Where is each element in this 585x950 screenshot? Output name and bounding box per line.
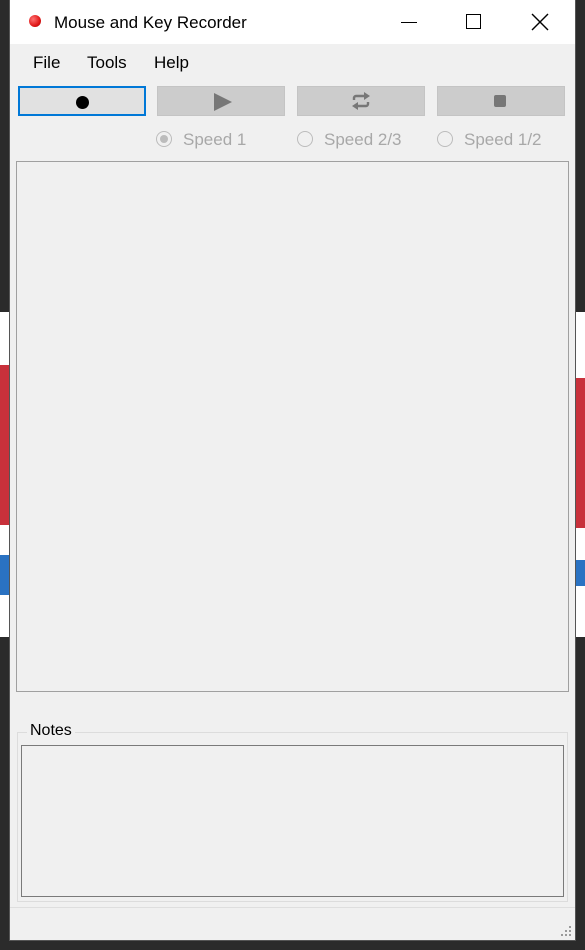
play-button[interactable] bbox=[157, 86, 285, 116]
maximize-button[interactable] bbox=[449, 0, 495, 44]
menu-bar: File Tools Help bbox=[10, 44, 575, 82]
maximize-icon bbox=[466, 14, 481, 29]
minimize-button[interactable] bbox=[383, 0, 429, 44]
close-button[interactable] bbox=[516, 0, 562, 44]
play-icon bbox=[214, 93, 232, 111]
recorded-actions-list[interactable] bbox=[16, 161, 569, 692]
stop-icon bbox=[494, 95, 506, 107]
menu-tools[interactable]: Tools bbox=[87, 53, 127, 73]
menu-file[interactable]: File bbox=[33, 53, 60, 73]
speed-1-2-label: Speed 1/2 bbox=[464, 130, 542, 149]
record-dot-icon bbox=[76, 96, 89, 109]
stop-button[interactable] bbox=[437, 86, 565, 116]
window-title: Mouse and Key Recorder bbox=[54, 13, 247, 32]
radio-dot bbox=[160, 135, 168, 143]
red-record-dot-icon bbox=[29, 15, 41, 27]
radio-circle bbox=[156, 131, 172, 147]
speed-2-3-label: Speed 2/3 bbox=[324, 130, 402, 149]
notes-textarea[interactable] bbox=[21, 745, 564, 897]
close-icon bbox=[531, 13, 549, 31]
radio-circle bbox=[297, 131, 313, 147]
status-bar bbox=[10, 907, 575, 940]
title-bar[interactable]: Mouse and Key Recorder bbox=[10, 0, 575, 44]
minimize-icon bbox=[401, 22, 417, 23]
menu-help[interactable]: Help bbox=[154, 53, 189, 73]
speed-1-label: Speed 1 bbox=[183, 130, 247, 149]
loop-button[interactable] bbox=[297, 86, 425, 116]
app-window: Mouse and Key Recorder File Tools Help S… bbox=[10, 0, 575, 940]
notes-label: Notes bbox=[27, 722, 75, 740]
radio-circle bbox=[437, 131, 453, 147]
repeat-icon bbox=[352, 92, 370, 110]
resize-grip-icon[interactable] bbox=[559, 924, 571, 936]
record-button[interactable] bbox=[18, 86, 146, 116]
